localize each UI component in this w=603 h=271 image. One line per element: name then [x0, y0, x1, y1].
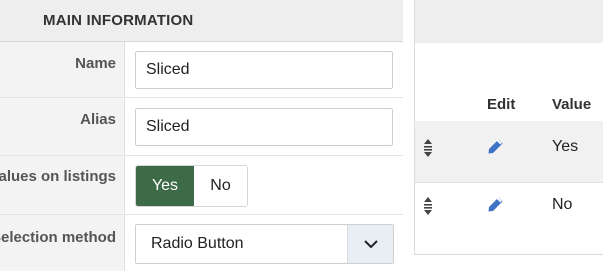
value-column-header: Value — [552, 96, 592, 113]
value-row: Yes — [415, 121, 603, 182]
name-input[interactable] — [135, 51, 393, 89]
yes-toggle-button[interactable]: Yes — [136, 166, 194, 206]
chevron-down-icon[interactable] — [347, 225, 393, 263]
pencil-icon[interactable] — [487, 196, 504, 218]
no-toggle-button[interactable]: No — [194, 166, 247, 206]
alias-row: Alias — [0, 98, 403, 156]
values-on-listings-row: Values on listings Yes No — [0, 156, 403, 215]
selection-method-label: Selection method — [0, 229, 116, 246]
values-on-listings-label-cell: Values on listings — [0, 156, 125, 214]
pencil-icon[interactable] — [487, 138, 504, 160]
value-cell: No — [552, 196, 573, 213]
values-panel-header — [415, 0, 603, 43]
alias-input[interactable] — [135, 108, 393, 146]
alias-label: Alias — [80, 111, 116, 128]
name-label: Name — [75, 55, 116, 72]
drag-handle-icon[interactable] — [423, 197, 433, 220]
panel-title: MAIN INFORMATION — [43, 12, 194, 29]
alias-label-cell: Alias — [0, 98, 125, 155]
selection-method-value: Radio Button — [151, 235, 244, 252]
selection-method-select[interactable]: Radio Button — [135, 224, 394, 264]
edit-column-header: Edit — [487, 96, 516, 113]
values-on-listings-label: Values on listings — [0, 168, 116, 185]
value-cell: Yes — [552, 138, 579, 155]
name-row: Name — [0, 42, 403, 98]
selection-method-label-cell: Selection method — [0, 215, 125, 271]
name-label-cell: Name — [0, 42, 125, 97]
values-panel: Edit Value Yes No — [414, 0, 603, 255]
value-row: No — [415, 182, 603, 238]
drag-handle-icon[interactable] — [423, 139, 433, 162]
panel-header: MAIN INFORMATION — [0, 0, 403, 42]
main-information-panel: MAIN INFORMATION Name Alias Values on li… — [0, 0, 403, 271]
values-on-listings-toggle: Yes No — [135, 165, 248, 207]
selection-method-row: Selection method Radio Button — [0, 215, 403, 271]
